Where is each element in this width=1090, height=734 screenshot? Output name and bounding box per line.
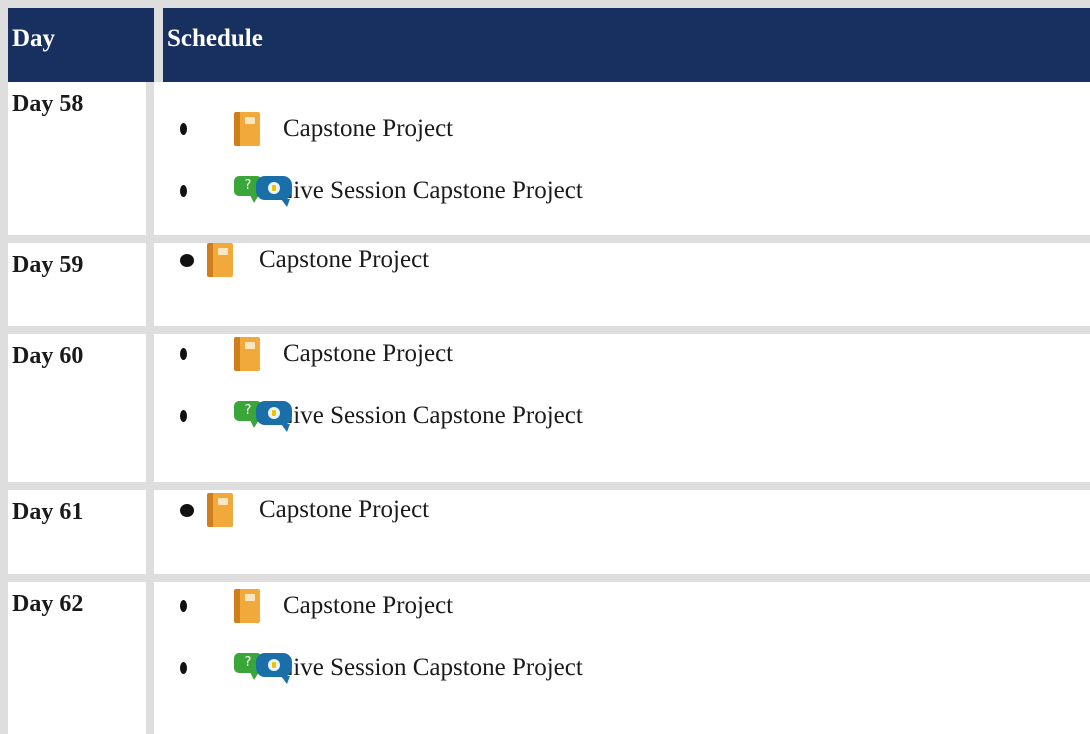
schedule-cell: Capstone Project: [154, 243, 1090, 326]
book-icon: [207, 493, 233, 527]
bullet: [180, 185, 187, 197]
list-item: ? Live Session Capstone Project: [180, 396, 583, 436]
bullet: [180, 503, 194, 517]
bullet: [180, 662, 187, 674]
bullet: [180, 600, 187, 612]
day-cell: Day 59: [8, 243, 146, 326]
column-divider: [154, 8, 163, 82]
item-label[interactable]: Capstone Project: [283, 592, 453, 620]
list-item: ? Live Session Capstone Project: [180, 171, 583, 211]
book-icon: [234, 337, 260, 371]
list-item: ? Live Session Capstone Project: [180, 648, 583, 688]
list-item: Capstone Project: [180, 490, 429, 530]
item-label[interactable]: Capstone Project: [259, 246, 429, 274]
item-label[interactable]: Capstone Project: [283, 340, 453, 368]
item-label[interactable]: Capstone Project: [259, 496, 429, 524]
bullet: [180, 123, 187, 135]
item-label[interactable]: Live Session Capstone Project: [278, 402, 583, 430]
book-icon: [234, 589, 260, 623]
schedule-table: Day Schedule Day 58 Capstone Project ? L…: [0, 0, 1090, 734]
live-session-icon: ?: [234, 653, 294, 684]
book-icon: [207, 243, 233, 277]
schedule-cell: Capstone Project ? Live Session Capstone…: [154, 582, 1090, 734]
item-label[interactable]: Capstone Project: [283, 115, 453, 143]
list-item: Capstone Project: [180, 334, 453, 374]
list-item: Capstone Project: [180, 586, 453, 626]
bullet: [180, 410, 187, 422]
item-label[interactable]: Live Session Capstone Project: [278, 654, 583, 682]
live-session-icon: ?: [234, 176, 294, 207]
item-label[interactable]: Live Session Capstone Project: [278, 177, 583, 205]
bullet: [180, 348, 187, 360]
column-header-day: Day: [12, 25, 56, 52]
list-item: Capstone Project: [180, 109, 453, 149]
book-icon: [234, 112, 260, 146]
schedule-cell: Capstone Project: [154, 490, 1090, 574]
day-cell: Day 61: [8, 490, 146, 574]
schedule-cell: Capstone Project ? Live Session Capstone…: [154, 334, 1090, 482]
live-session-icon: ?: [234, 401, 294, 432]
day-cell: Day 62: [8, 582, 146, 734]
day-cell: Day 60: [8, 334, 146, 482]
column-header-schedule: Schedule: [167, 25, 263, 52]
day-cell: Day 58: [8, 82, 146, 235]
list-item: Capstone Project: [180, 240, 429, 280]
schedule-cell: Capstone Project ? Live Session Capstone…: [154, 82, 1090, 235]
bullet: [180, 253, 194, 267]
